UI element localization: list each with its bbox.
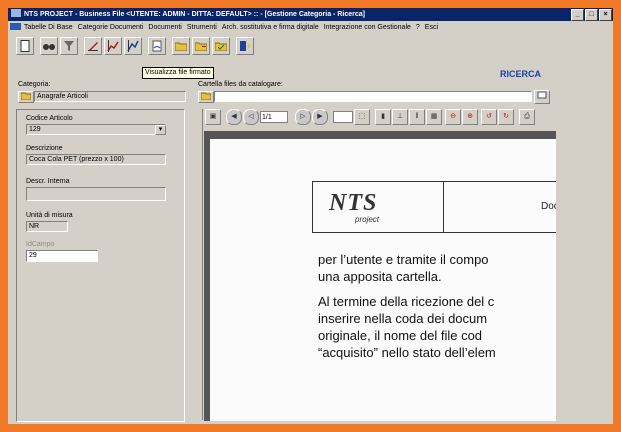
toolbar [16,37,254,57]
window-title: NTS PROJECT - Business File <UTENTE: ADM… [24,11,365,18]
menu-esci[interactable]: Esci [425,24,438,31]
column-icon[interactable]: ‖ [409,109,425,125]
zoom-out-icon[interactable]: ⊖ [445,109,461,125]
nts-logo: NTS project [313,182,444,232]
idcampo-field[interactable]: 29 [26,250,98,262]
stamp-icon[interactable]: ⊥ [392,109,408,125]
menu-arch-sostitutiva[interactable]: Arch. sostitutiva e firma digitale [222,24,319,31]
mode-label: RICERCA [500,69,542,79]
document-viewer[interactable]: NTS project Docu per l’utente e tramite … [204,131,556,421]
doc-line: Al termine della ricezione del c [318,294,495,309]
logo-subtext: project [355,215,380,224]
viewer-toolbar: ▣ ◀ ◁ 1/1 ▷ ▶ ⬚ ▮ ⊥ ‖ ▦ ⊖ ⊕ ↺ ↻ ⎙ [205,109,535,125]
menu-bar: Tabelle Di Base Categorie Documenti Docume… [8,22,613,34]
codice-dropdown-icon[interactable]: ▾ [155,125,166,135]
doc-line: per l’utente e tramite il compo [318,252,489,267]
new-document-icon[interactable] [16,37,34,55]
cartella-browse-button[interactable] [534,90,550,104]
tooltip: Visualizza file firmato [142,67,214,79]
title-bar: NTS PROJECT - Business File <UTENTE: ADM… [8,8,613,21]
categoria-label: Categoria: [18,81,51,88]
folder-add-icon[interactable] [192,37,210,55]
menu-help[interactable]: ? [416,24,420,31]
chart-edit-icon[interactable] [124,37,142,55]
descr-interna-label: Descr. Interna [26,178,70,185]
document-text: per l’utente e tramite il compo una appo… [318,251,556,361]
menu-app-icon [10,23,21,30]
menu-documenti[interactable]: Documenti [148,24,181,31]
zoom-field[interactable] [333,111,353,123]
page-number-field[interactable]: 1/1 [260,111,288,123]
categoria-folder-button[interactable] [18,91,34,103]
thumbnail-icon[interactable]: ▦ [426,109,442,125]
codice-field[interactable]: 129 [26,124,166,135]
viewer-save-button[interactable]: ▣ [205,109,221,125]
zoom-in-icon[interactable]: ⊕ [462,109,478,125]
idcampo-label: IdCampo [26,241,55,248]
signed-file-icon[interactable] [148,37,166,55]
unita-label: Unità di misura [26,212,73,219]
first-page-button[interactable]: ◀ [226,109,242,125]
cartella-field[interactable] [214,91,532,102]
descrizione-label: Descrizione [26,145,63,152]
chart-icon[interactable] [104,37,122,55]
document-page: NTS project Docu per l’utente e tramite … [210,139,556,421]
search-binoculars-icon[interactable] [40,37,58,55]
minimize-button[interactable]: _ [571,9,584,21]
menu-tabelle[interactable]: Tabelle Di Base [24,24,73,31]
main-window: NTS PROJECT - Business File <UTENTE: ADM… [8,8,613,424]
folder-check-icon[interactable] [212,37,230,55]
folder-open-icon[interactable] [172,37,190,55]
descr-interna-field[interactable] [26,187,166,201]
codice-label: Codice Articolo [26,115,73,122]
maximize-button[interactable]: □ [585,9,598,21]
print-icon[interactable]: ⎙ [519,109,535,125]
rotate-right-icon[interactable]: ↻ [498,109,514,125]
app-icon [11,9,21,17]
unita-field[interactable]: NR [26,221,68,232]
descrizione-field[interactable]: Coca Cola PET (prezzo x 100) [26,154,166,165]
cartella-label: Cartella files da catalogare: [198,81,283,88]
doc-line: una apposita cartella. [318,269,442,284]
doc-line: inserire nella coda dei docum [318,311,488,326]
fit-page-button[interactable]: ⬚ [354,109,370,125]
last-page-button[interactable]: ▶ [312,109,328,125]
document-header: NTS project Docu [312,181,556,233]
filter-icon[interactable] [60,37,78,55]
menu-strumenti[interactable]: Strumenti [187,24,217,31]
logo-text: NTS [329,190,378,216]
bar-chart-icon[interactable]: ▮ [375,109,391,125]
doc-line: “acquisito” nello stato dell’elem [318,345,496,360]
menu-integrazione[interactable]: Integrazione con Gestionale [324,24,411,31]
document-header-text: Docu [541,201,556,212]
close-button[interactable]: × [599,9,612,21]
rotate-left-icon[interactable]: ↺ [481,109,497,125]
next-page-button[interactable]: ▷ [295,109,311,125]
prev-page-button[interactable]: ◁ [243,109,259,125]
cartella-folder-button[interactable] [198,91,214,103]
codice-value: 129 [29,126,41,133]
categoria-field[interactable]: Anagrafe Articoli [34,91,186,102]
edit-icon[interactable] [84,37,102,55]
doc-line: originale, il nome del file cod [318,328,483,343]
export-icon[interactable] [236,37,254,55]
menu-categorie[interactable]: Categorie Documenti [78,24,144,31]
